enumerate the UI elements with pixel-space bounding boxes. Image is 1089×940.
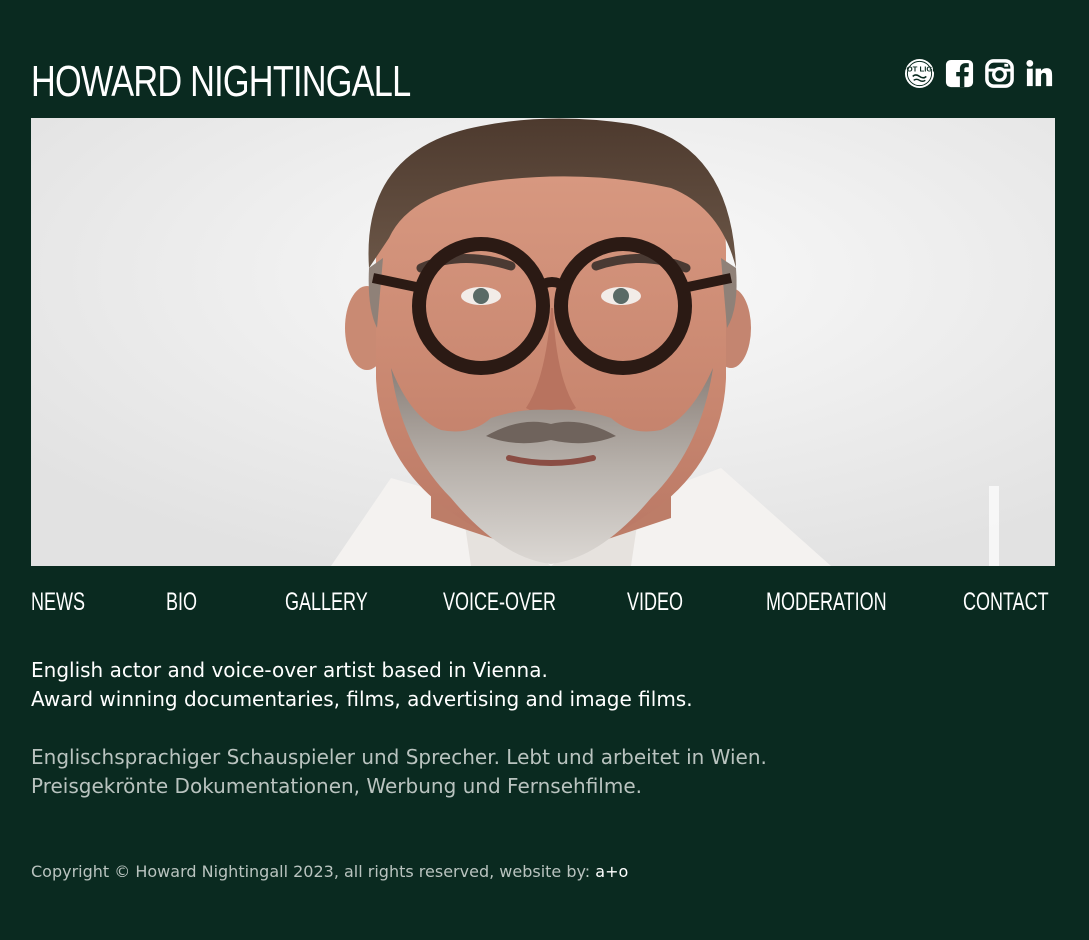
instagram-icon bbox=[985, 59, 1014, 88]
social-links: SPOT LIGHT bbox=[904, 58, 1055, 89]
intro-german-line-2: Preisgekrönte Dokumentationen, Werbung u… bbox=[31, 774, 642, 798]
website-credit-link[interactable]: a+o bbox=[595, 862, 628, 881]
main-navigation: NEWS BIO GALLERY VOICE-OVER VIDEO MODERA… bbox=[31, 584, 1055, 620]
footer: Copyright © Howard Nightingall 2023, all… bbox=[31, 860, 628, 884]
nav-item-voice-over[interactable]: VOICE-OVER bbox=[443, 584, 556, 620]
nav-item-news[interactable]: NEWS bbox=[31, 584, 85, 620]
nav-item-contact[interactable]: CONTACT bbox=[963, 584, 1049, 620]
page: HOWARD NIGHTINGALL SPOT LIGHT bbox=[0, 0, 1089, 940]
spotlight-link[interactable]: SPOT LIGHT bbox=[904, 58, 935, 89]
linkedin-icon bbox=[1026, 59, 1053, 87]
intro-english-line-2: Award winning documentaries, films, adve… bbox=[31, 687, 693, 711]
copyright-text: Copyright © Howard Nightingall 2023, all… bbox=[31, 862, 596, 881]
nav-item-video[interactable]: VIDEO bbox=[627, 584, 683, 620]
linkedin-link[interactable] bbox=[1024, 58, 1055, 89]
portrait-illustration bbox=[31, 118, 1055, 566]
nav-item-gallery[interactable]: GALLERY bbox=[285, 584, 368, 620]
intro-german: Englischsprachiger Schauspieler und Spre… bbox=[31, 743, 767, 801]
intro-german-line-1: Englischsprachiger Schauspieler und Spre… bbox=[31, 745, 767, 769]
instagram-link[interactable] bbox=[984, 58, 1015, 89]
nav-item-moderation[interactable]: MODERATION bbox=[766, 584, 887, 620]
spotlight-icon: SPOT LIGHT bbox=[904, 58, 935, 89]
facebook-link[interactable] bbox=[944, 58, 975, 89]
intro-english-line-1: English actor and voice-over artist base… bbox=[31, 658, 548, 682]
site-title[interactable]: HOWARD NIGHTINGALL bbox=[31, 56, 411, 108]
spotlight-icon-top-text: SPOT LIGHT bbox=[904, 65, 935, 74]
nav-item-bio[interactable]: BIO bbox=[166, 584, 197, 620]
hero-portrait-image bbox=[31, 118, 1055, 566]
intro-english: English actor and voice-over artist base… bbox=[31, 656, 693, 714]
facebook-icon bbox=[945, 59, 974, 88]
